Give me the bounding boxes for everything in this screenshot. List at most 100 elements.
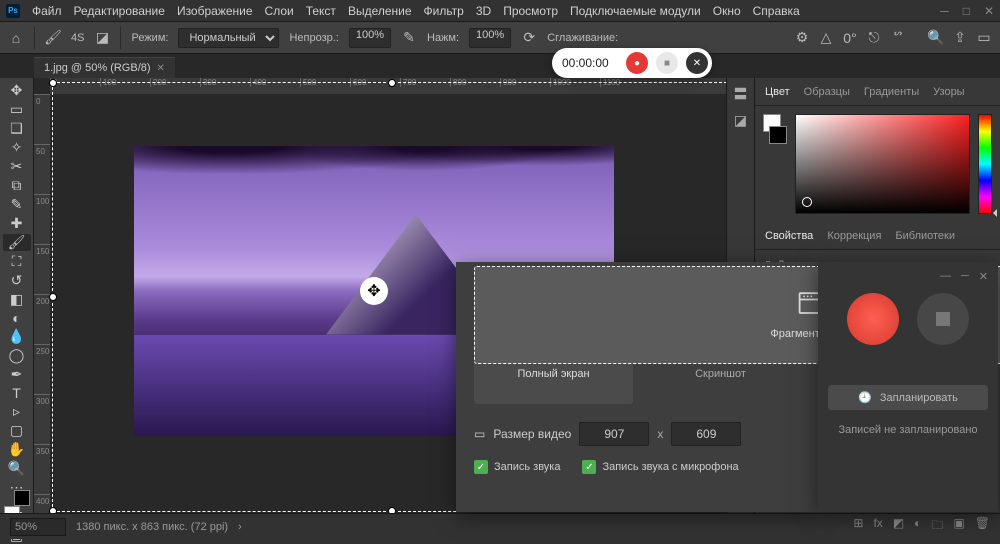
frame-tool-icon[interactable]: ⧉ — [3, 177, 31, 194]
menu-file[interactable]: Файл — [32, 4, 62, 18]
tool-palette: ✥ ▭ ❑ ✧ ✂ ⧉ ✎ ✚ 🖌 ⛶ ↺ ◧ ◐ 💧 ◯ ✒ T ▹ ▢ ✋ … — [0, 78, 34, 513]
tab-libraries[interactable]: Библиотеки — [895, 230, 955, 242]
checkbox-mic[interactable]: ✓ — [582, 460, 596, 474]
blend-mode-select[interactable]: Нормальный — [178, 28, 279, 48]
opacity-field[interactable]: 100% — [349, 28, 391, 48]
panel-color-swatch[interactable] — [763, 114, 787, 144]
flow-field[interactable]: 100% — [469, 28, 511, 48]
butterfly-icon[interactable]: ᔥ — [890, 30, 906, 46]
settings-dash-icon[interactable]: — — [940, 270, 951, 283]
home-icon[interactable]: ⌂ — [8, 30, 24, 46]
menu-filter[interactable]: Фильтр — [424, 4, 464, 18]
brush-tool-icon[interactable]: 🖌 — [3, 234, 31, 251]
tab-color[interactable]: Цвет — [765, 86, 790, 98]
share-icon[interactable]: ⇪ — [952, 30, 968, 46]
video-height-input[interactable] — [671, 422, 741, 446]
status-fx-icon[interactable]: fx — [873, 516, 882, 537]
big-record-button[interactable] — [847, 293, 899, 345]
workspace-icon[interactable]: ▭ — [976, 30, 992, 46]
hand-tool-icon[interactable]: ✋ — [3, 441, 31, 458]
menu-select[interactable]: Выделение — [348, 4, 412, 18]
menu-3d[interactable]: 3D — [476, 4, 491, 18]
close-icon[interactable]: ✕ — [984, 4, 994, 18]
status-folder-icon[interactable]: 🗀 — [931, 516, 943, 537]
document-tab[interactable]: 1.jpg @ 50% (RGB/8) ✕ — [34, 57, 175, 78]
shape-tool-icon[interactable]: ▢ — [3, 422, 31, 439]
sched-close-icon[interactable]: ✕ — [979, 270, 988, 283]
big-stop-button[interactable] — [917, 293, 969, 345]
heal-tool-icon[interactable]: ✚ — [3, 215, 31, 232]
video-width-input[interactable] — [579, 422, 649, 446]
status-adjust-icon[interactable]: ◐ — [914, 516, 921, 537]
lasso-tool-icon[interactable]: ❑ — [3, 120, 31, 137]
status-bar: 50% 1380 пикс. x 863 пикс. (72 ppi) › ⊞ … — [0, 513, 1000, 539]
menu-image[interactable]: Изображение — [177, 4, 253, 18]
zoom-tool-icon[interactable]: 🔍 — [3, 460, 31, 477]
stamp-tool-icon[interactable]: ⛶ — [3, 253, 31, 270]
menu-text[interactable]: Текст — [306, 4, 336, 18]
crop-tool-icon[interactable]: ✂ — [3, 158, 31, 175]
menu-view[interactable]: Просмотр — [503, 4, 558, 18]
menu-layers[interactable]: Слои — [265, 4, 294, 18]
sched-minimize-icon[interactable]: ─ — [961, 270, 969, 283]
schedule-window: — ─ ✕ 🕘 Запланировать Записей не заплани… — [818, 262, 998, 512]
gear-icon[interactable]: ⚙ — [794, 30, 810, 46]
status-icon[interactable]: ⊞ — [853, 516, 863, 537]
airbrush-icon[interactable]: ⟳ — [521, 30, 537, 46]
pressure-opacity-icon[interactable]: ✎ — [401, 30, 417, 46]
dodge-tool-icon[interactable]: ◯ — [3, 347, 31, 364]
status-mask-icon[interactable]: ◩ — [893, 516, 904, 537]
menu-plugins[interactable]: Подключаемые модули — [570, 4, 701, 18]
menu-window[interactable]: Окно — [713, 4, 741, 18]
eraser-tool-icon[interactable]: ◧ — [3, 291, 31, 308]
marquee-tool-icon[interactable]: ▭ — [3, 101, 31, 118]
path-tool-icon[interactable]: ▹ — [3, 403, 31, 420]
handle-icon[interactable] — [49, 79, 57, 87]
strip-icon[interactable]: ◪ — [734, 112, 747, 129]
tab-properties[interactable]: Свойства — [765, 230, 813, 242]
color-picker[interactable] — [795, 114, 970, 214]
handle-icon[interactable] — [49, 293, 57, 301]
blur-tool-icon[interactable]: 💧 — [3, 328, 31, 345]
status-new-icon[interactable]: ▣ — [953, 516, 964, 537]
brush-icon[interactable]: 🖌 — [45, 30, 61, 46]
tab-patterns[interactable]: Узоры — [933, 86, 964, 98]
tab-close-icon[interactable]: ✕ — [157, 63, 165, 74]
status-trash-icon[interactable]: 🗑 — [975, 516, 990, 537]
menu-help[interactable]: Справка — [753, 4, 800, 18]
handle-icon[interactable] — [388, 79, 396, 87]
angle-icon[interactable]: 0° — [842, 30, 858, 46]
dimension-x: x — [657, 427, 663, 441]
zoom-field[interactable]: 50% — [10, 518, 66, 536]
schedule-button[interactable]: 🕘 Запланировать — [828, 385, 988, 410]
wand-tool-icon[interactable]: ✧ — [3, 139, 31, 156]
minimize-icon[interactable]: ─ — [940, 4, 949, 18]
history-tool-icon[interactable]: ↺ — [3, 272, 31, 289]
triangle-icon[interactable]: △ — [818, 30, 834, 46]
move-tool-icon[interactable]: ✥ — [3, 82, 31, 99]
brush-preset-icon[interactable]: ◪ — [94, 30, 110, 46]
close-pill-button[interactable]: ✕ — [686, 52, 708, 74]
hue-slider[interactable] — [978, 114, 992, 214]
type-tool-icon[interactable]: T — [3, 385, 31, 401]
tab-adjustments[interactable]: Коррекция — [827, 230, 881, 242]
record-button[interactable]: ● — [626, 52, 648, 74]
tab-gradients[interactable]: Градиенты — [864, 86, 919, 98]
video-size-label: Размер видео — [493, 427, 571, 441]
menu-edit[interactable]: Редактирование — [74, 4, 165, 18]
brush-size[interactable]: 4S — [71, 32, 84, 44]
maximize-icon[interactable]: □ — [963, 4, 970, 18]
strip-icon[interactable]: 〓 — [734, 84, 748, 104]
move-cursor-icon[interactable]: ✥ — [360, 277, 388, 305]
gradient-tool-icon[interactable]: ◐ — [3, 310, 31, 326]
tab-swatches[interactable]: Образцы — [804, 86, 850, 98]
checkbox-sound[interactable]: ✓ — [474, 460, 488, 474]
chevron-right-icon[interactable]: › — [238, 521, 242, 533]
aspect-icon[interactable]: ▭ — [474, 427, 485, 441]
eyedropper-tool-icon[interactable]: ✎ — [3, 196, 31, 213]
symmetry-icon[interactable]: ⎋ — [866, 30, 882, 46]
mode-label: Режим: — [131, 32, 168, 44]
pen-tool-icon[interactable]: ✒ — [3, 366, 31, 383]
search-icon[interactable]: 🔍 — [928, 30, 944, 46]
stop-button[interactable]: ■ — [656, 52, 678, 74]
